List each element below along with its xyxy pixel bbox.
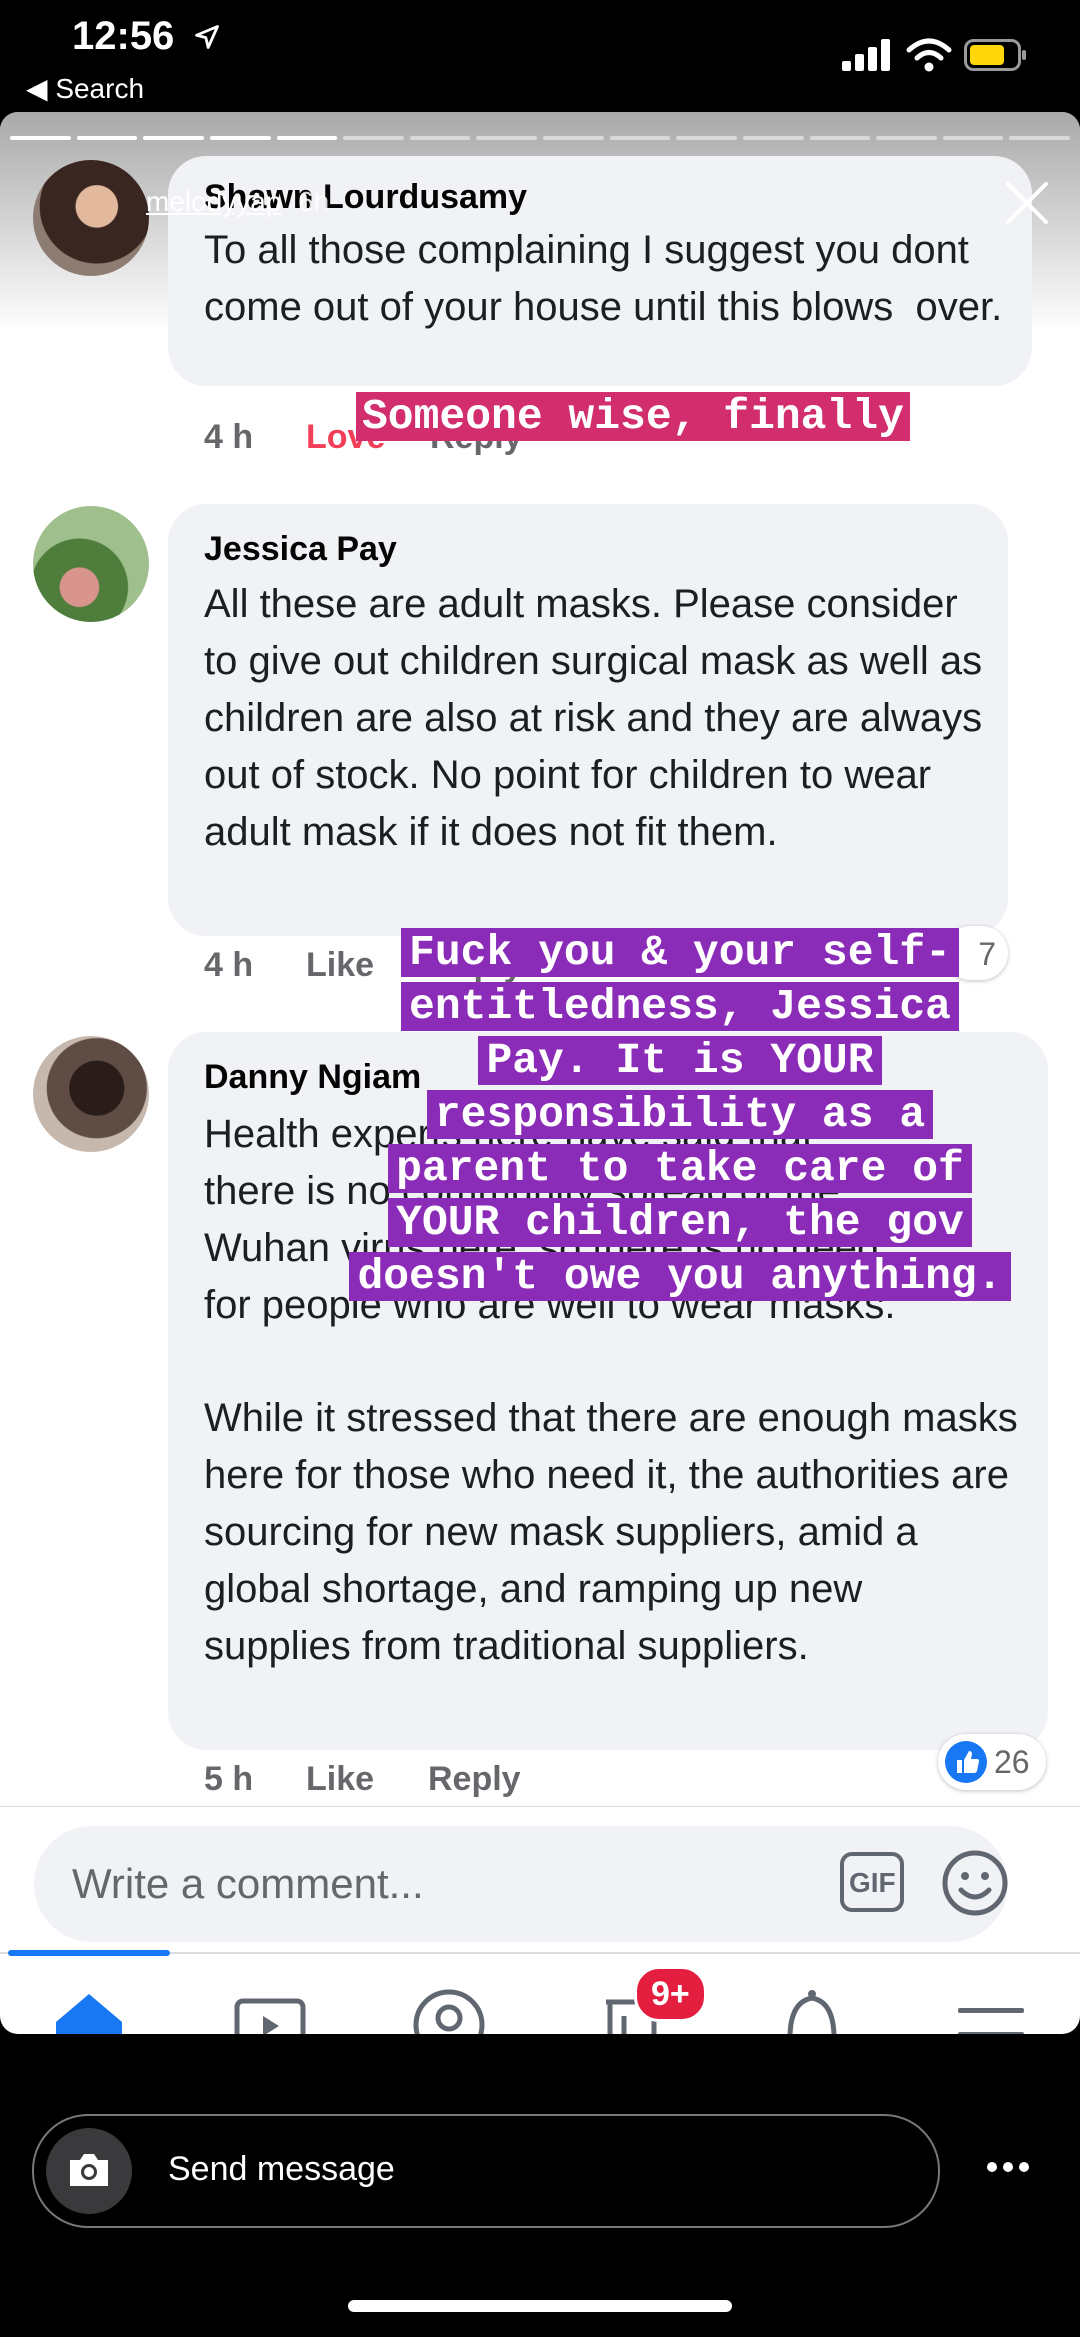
comment-time: 5 h — [204, 1760, 254, 1798]
gif-label: GIF — [849, 1867, 896, 1898]
story-caption: Fuck you & your self- entitledness, Jess… — [320, 926, 1040, 1304]
progress-segment — [742, 136, 804, 140]
story-age: 6h — [298, 186, 330, 217]
like-icon — [944, 1740, 988, 1789]
caption-line: doesn't owe you anything. — [349, 1252, 1011, 1301]
progress-segment — [609, 136, 671, 140]
caption-line: parent to take care of — [388, 1144, 972, 1193]
emoji-icon[interactable] — [940, 1848, 1010, 1923]
avatar[interactable] — [33, 1036, 149, 1152]
notification-badge: 9+ — [634, 1966, 707, 2022]
status-time: 12:56 — [72, 14, 221, 61]
camera-button[interactable] — [46, 2128, 132, 2214]
progress-segment — [76, 136, 138, 140]
story-progress — [10, 136, 1070, 140]
progress-segment — [1009, 136, 1070, 140]
progress-segment — [543, 136, 604, 140]
comment-time: 4 h — [204, 418, 254, 456]
comment-placeholder: Write a comment... — [72, 1860, 424, 1907]
gif-icon[interactable]: GIF — [840, 1852, 904, 1912]
battery-icon — [964, 39, 1028, 76]
send-message-placeholder: Send message — [168, 2150, 395, 2188]
progress-segment — [343, 136, 404, 140]
comment-time: 4 h — [204, 946, 254, 984]
wifi-icon — [906, 38, 952, 77]
reaction-count[interactable]: 26 — [938, 1734, 1046, 1790]
story-caption: Someone wise, finally — [356, 390, 910, 444]
caption-line: Fuck you & your self- — [401, 928, 959, 977]
progress-segment — [476, 136, 537, 140]
progress-segment — [876, 136, 937, 140]
bell-icon[interactable] — [780, 1988, 844, 2034]
story-username[interactable]: melodyyap — [146, 186, 281, 218]
reply-action[interactable]: Reply — [428, 1760, 521, 1799]
signal-icon — [842, 39, 894, 76]
comment-text: All these are adult masks. Please consid… — [204, 582, 994, 854]
comment-input[interactable]: Write a comment... GIF — [34, 1826, 1008, 1942]
active-tab-indicator — [8, 1950, 170, 1956]
comment-bubble: Jessica Pay All these are adult masks. P… — [168, 504, 1008, 936]
video-icon[interactable] — [234, 1998, 306, 2034]
story-card: Shawn Lourdusamy To all those complainin… — [0, 112, 1080, 2034]
comment-author[interactable]: Jessica Pay — [204, 530, 397, 569]
progress-segment — [276, 136, 338, 140]
avatar[interactable] — [33, 160, 149, 276]
caption-text: Someone wise, finally — [356, 392, 910, 441]
avatar[interactable] — [33, 506, 149, 622]
like-action[interactable]: Like — [306, 1760, 374, 1799]
caption-line: Pay. It is YOUR — [478, 1036, 882, 1085]
camera-icon — [66, 2150, 112, 2195]
progress-segment — [942, 136, 1004, 140]
home-icon[interactable] — [54, 1992, 124, 2034]
progress-segment — [10, 136, 71, 140]
divider — [0, 1806, 1080, 1807]
caption-line: responsibility as a — [426, 1090, 934, 1139]
time-text: 12:56 — [72, 14, 175, 58]
send-message-input[interactable]: Send message — [32, 2114, 940, 2228]
caption-line: entitledness, Jessica — [401, 982, 959, 1031]
close-icon[interactable] — [1002, 178, 1052, 233]
menu-icon[interactable] — [958, 2004, 1024, 2034]
comment-text: While it stressed that there are enough … — [204, 1396, 1029, 1668]
progress-segment — [209, 136, 271, 140]
caption-line: YOUR children, the gov — [388, 1198, 972, 1247]
reaction-count-text: 26 — [994, 1744, 1030, 1780]
location-arrow-icon — [193, 16, 221, 61]
comment-text: To all those complaining I suggest you d… — [204, 228, 1003, 329]
progress-segment — [809, 136, 871, 140]
progress-segment — [143, 136, 204, 140]
status-icons — [842, 38, 1028, 77]
progress-segment — [409, 136, 471, 140]
home-indicator — [348, 2300, 732, 2312]
profile-icon[interactable] — [412, 1988, 486, 2034]
progress-segment — [676, 136, 737, 140]
more-icon[interactable] — [986, 2160, 1030, 2178]
back-to-search[interactable]: ◀ Search — [26, 72, 144, 105]
